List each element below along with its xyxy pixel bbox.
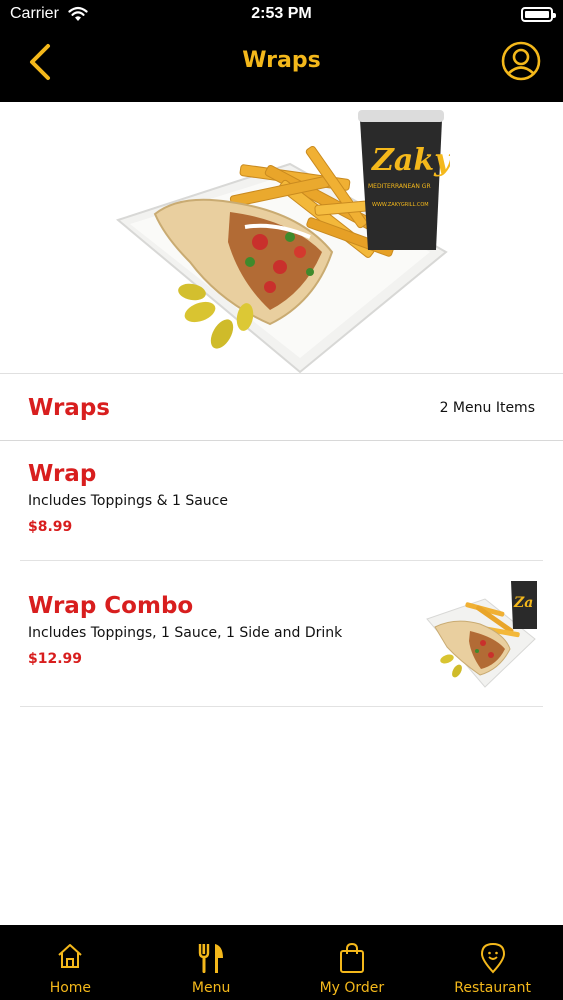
cup-url: WWW.ZAKYGRILL.COM [372, 202, 429, 208]
section-header: Wraps 2 Menu Items [0, 375, 563, 441]
item-thumbnail: Za [426, 581, 537, 688]
thumb-brand: Za [513, 595, 533, 611]
tab-label: Home [49, 980, 92, 996]
tab-my-order[interactable]: My Order [282, 925, 423, 1000]
tab-label: Menu [191, 980, 231, 996]
item-name: Wrap [28, 461, 97, 487]
wrap-meal-illustration: Zaky MEDITERRANEAN GR WWW.ZAKYGRILL.COM [115, 110, 450, 374]
user-circle-icon [501, 41, 541, 81]
item-description: Includes Toppings & 1 Sauce [28, 493, 228, 509]
status-time: 2:53 PM [251, 5, 312, 22]
menu-item-count: 2 Menu Items [439, 400, 535, 416]
top-bar: Carrier 2:53 PM Wraps [0, 0, 563, 102]
page-title: Wraps [242, 48, 321, 73]
tab-label: Restaurant [454, 980, 531, 996]
tab-menu[interactable]: Menu [141, 925, 282, 1000]
tab-label: My Order [319, 980, 385, 996]
home-icon [58, 944, 83, 968]
cup-brand: Zaky [371, 143, 450, 178]
fork-knife-icon [198, 944, 224, 973]
item-description: Includes Toppings, 1 Sauce, 1 Side and D… [28, 625, 343, 641]
menu-item-wrap-combo[interactable]: Wrap Combo Includes Toppings, 1 Sauce, 1… [20, 561, 543, 707]
tab-home[interactable]: Home [0, 925, 141, 1000]
battery-icon [521, 7, 556, 22]
profile-button[interactable] [501, 41, 541, 81]
drink-cup: Zaky MEDITERRANEAN GR WWW.ZAKYGRILL.COM [358, 110, 450, 250]
shopping-bag-icon [339, 942, 364, 973]
status-bar: Carrier 2:53 PM [0, 0, 563, 30]
item-name: Wrap Combo [28, 593, 194, 619]
tab-bar: Home Menu My Order Restaurant [0, 925, 563, 1000]
item-price: $8.99 [28, 519, 73, 535]
hero-image: Zaky MEDITERRANEAN GR WWW.ZAKYGRILL.COM [0, 102, 563, 374]
tab-restaurant[interactable]: Restaurant [422, 925, 563, 1000]
section-title: Wraps [28, 395, 110, 421]
location-pin-icon [480, 942, 505, 974]
item-price: $12.99 [28, 651, 83, 667]
menu-item-wrap[interactable]: Wrap Includes Toppings & 1 Sauce $8.99 [20, 441, 543, 561]
cup-tagline: MEDITERRANEAN GR [368, 183, 431, 190]
